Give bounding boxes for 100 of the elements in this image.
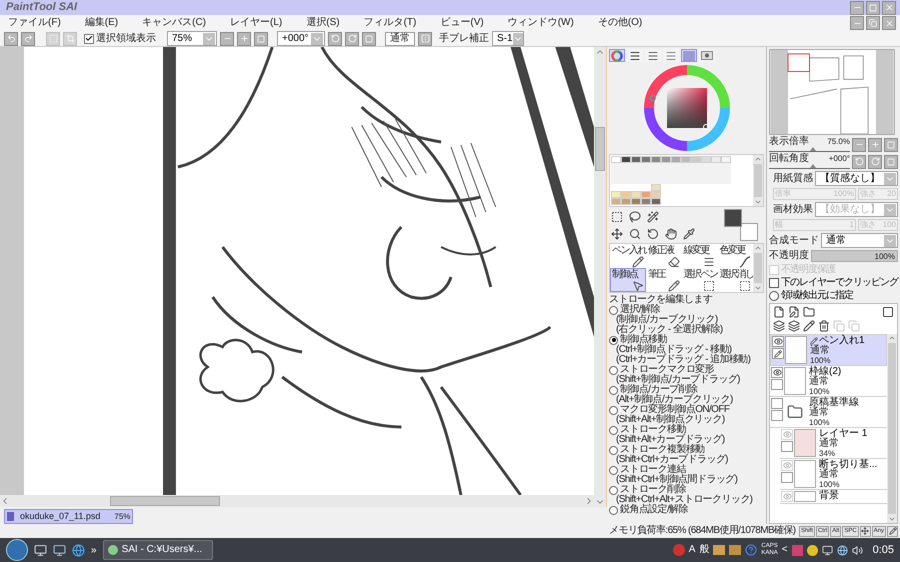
- mode-radio[interactable]: 制御点/カーブ削除: [609, 385, 698, 395]
- option-checkbox[interactable]: 下のレイヤーでクリッピング: [769, 277, 898, 288]
- tool-button[interactable]: ペン入れ: [610, 244, 646, 268]
- palette-swatch[interactable]: [651, 156, 661, 163]
- background-color-swatch[interactable]: [740, 223, 758, 241]
- zoom-out-button[interactable]: [852, 138, 866, 152]
- help-icon[interactable]: [745, 544, 758, 556]
- color-panel-tab[interactable]: [699, 49, 715, 62]
- taskbar-task[interactable]: SAI - C:¥Users¥...: [102, 540, 213, 560]
- vertical-scrollbar[interactable]: [594, 47, 606, 507]
- rect-select-tool[interactable]: [609, 209, 625, 224]
- folder-icon[interactable]: [803, 306, 815, 318]
- rotate-tool[interactable]: [645, 226, 661, 241]
- mode-radio[interactable]: ストローク移動: [609, 425, 686, 435]
- visibility-toggle[interactable]: [771, 398, 783, 409]
- trash-icon[interactable]: [818, 320, 830, 332]
- copy-icon[interactable]: [848, 320, 860, 332]
- zoom-select[interactable]: 75%: [167, 31, 217, 46]
- move-tool[interactable]: [609, 226, 625, 241]
- rotate-reset-button[interactable]: [884, 154, 898, 168]
- palette-swatch[interactable]: [631, 156, 641, 163]
- ime-icon[interactable]: [672, 544, 685, 556]
- close-button[interactable]: [882, 0, 896, 14]
- zoom-out-button[interactable]: [220, 32, 234, 46]
- palette-swatch[interactable]: [621, 156, 631, 163]
- edit-toggle[interactable]: [781, 472, 793, 483]
- selection-view-checkbox[interactable]: 選択領域表示: [84, 34, 156, 44]
- palette-swatch[interactable]: [651, 184, 661, 191]
- rotate-right-button[interactable]: [868, 154, 882, 168]
- scrollbar-thumb[interactable]: [110, 496, 220, 506]
- color-panel-tab[interactable]: [645, 49, 661, 62]
- foreground-color-swatch[interactable]: [724, 209, 742, 227]
- palette-swatch[interactable]: [611, 156, 621, 163]
- layer-row[interactable]: 枠線(2) 通常 100%: [770, 366, 887, 397]
- volume-icon[interactable]: [852, 544, 863, 556]
- palette-scrollbar[interactable]: [753, 155, 763, 206]
- layer-row[interactable]: 背景: [780, 490, 887, 504]
- palette-swatch[interactable]: [641, 198, 651, 205]
- palette-swatch[interactable]: [671, 156, 681, 163]
- window-icon[interactable]: [53, 544, 66, 556]
- mode-radio[interactable]: ストローク連結: [609, 465, 686, 475]
- stabilizer-select[interactable]: S-1: [492, 31, 524, 46]
- visibility-toggle[interactable]: [771, 367, 783, 378]
- palette-swatch[interactable]: [621, 198, 631, 205]
- option-radio[interactable]: 領域検出元に指定: [769, 290, 853, 301]
- tool-button[interactable]: 選択ペン: [682, 268, 718, 292]
- mode-radio[interactable]: 鋭角点設定/解除: [609, 505, 688, 515]
- tool-button[interactable]: 色変更: [717, 244, 753, 268]
- mode-radio[interactable]: 選択/解除: [609, 305, 660, 315]
- color-panel-tab[interactable]: [627, 49, 643, 62]
- ime-dictionary[interactable]: 般: [699, 545, 710, 555]
- minimize-button[interactable]: [850, 16, 864, 30]
- globe-icon[interactable]: [836, 544, 848, 556]
- layer-row[interactable]: 断ち切り基... 通常 100%: [780, 459, 887, 490]
- move-key[interactable]: [860, 526, 871, 536]
- layers-icon[interactable]: [773, 320, 785, 332]
- palette-swatch[interactable]: [721, 156, 731, 163]
- palette-swatch[interactable]: [611, 191, 621, 198]
- rotate-right-button[interactable]: [345, 32, 359, 46]
- scrollbar-thumb[interactable]: [754, 253, 762, 283]
- rotate-left-button[interactable]: [328, 32, 342, 46]
- zoom-in-button[interactable]: [237, 32, 251, 46]
- layer-row[interactable]: 原稿基準線 通常 100%: [770, 397, 887, 428]
- palette-swatch[interactable]: [631, 191, 641, 198]
- tool-scrollbar[interactable]: [753, 244, 763, 292]
- rotation-select[interactable]: +000°: [277, 31, 325, 46]
- paper-texture-select[interactable]: 【質感なし】: [815, 171, 898, 186]
- globe-icon[interactable]: [72, 544, 85, 556]
- menu-item[interactable]: 選択(S): [306, 18, 340, 28]
- mode-radio[interactable]: ストロークマクロ変形: [609, 365, 714, 375]
- color-panel-tab[interactable]: [681, 49, 697, 62]
- zoom-tool[interactable]: [627, 226, 643, 241]
- menu-item[interactable]: ビュー(V): [440, 18, 484, 28]
- palette-swatch[interactable]: [691, 156, 701, 163]
- start-button[interactable]: [6, 539, 28, 561]
- menu-item[interactable]: キャンバス(C): [142, 18, 206, 28]
- layer-row[interactable]: ペン入れ1 通常 100%: [770, 334, 887, 366]
- pencil-icon[interactable]: [803, 320, 815, 332]
- restore-button[interactable]: [866, 16, 880, 30]
- navigator-preview[interactable]: [769, 49, 895, 135]
- ime-tool-icon[interactable]: [713, 545, 726, 555]
- zoom-in-button[interactable]: [868, 138, 882, 152]
- ime-mode[interactable]: A: [688, 545, 696, 555]
- monitor-icon[interactable]: [822, 544, 833, 556]
- palette-swatch[interactable]: [641, 156, 651, 163]
- palette-swatch[interactable]: [711, 156, 721, 163]
- opacity-slider[interactable]: 100%: [811, 250, 898, 262]
- palette-swatch[interactable]: [661, 156, 671, 163]
- mode-radio[interactable]: 制御点移動: [609, 335, 668, 345]
- palette-swatch[interactable]: [681, 156, 691, 163]
- visibility-toggle[interactable]: [772, 336, 784, 347]
- tool-button[interactable]: 制御点: [610, 268, 646, 292]
- menu-item[interactable]: ウィンドウ(W): [508, 18, 574, 28]
- mode-radio[interactable]: ストローク削除: [609, 485, 686, 495]
- color-panel-tab[interactable]: [609, 49, 625, 62]
- menu-item[interactable]: 編集(E): [84, 18, 118, 28]
- pen-key[interactable]: [887, 526, 898, 536]
- hand-tool[interactable]: [663, 226, 679, 241]
- palette-swatch[interactable]: [651, 198, 661, 205]
- close-button[interactable]: [882, 16, 896, 30]
